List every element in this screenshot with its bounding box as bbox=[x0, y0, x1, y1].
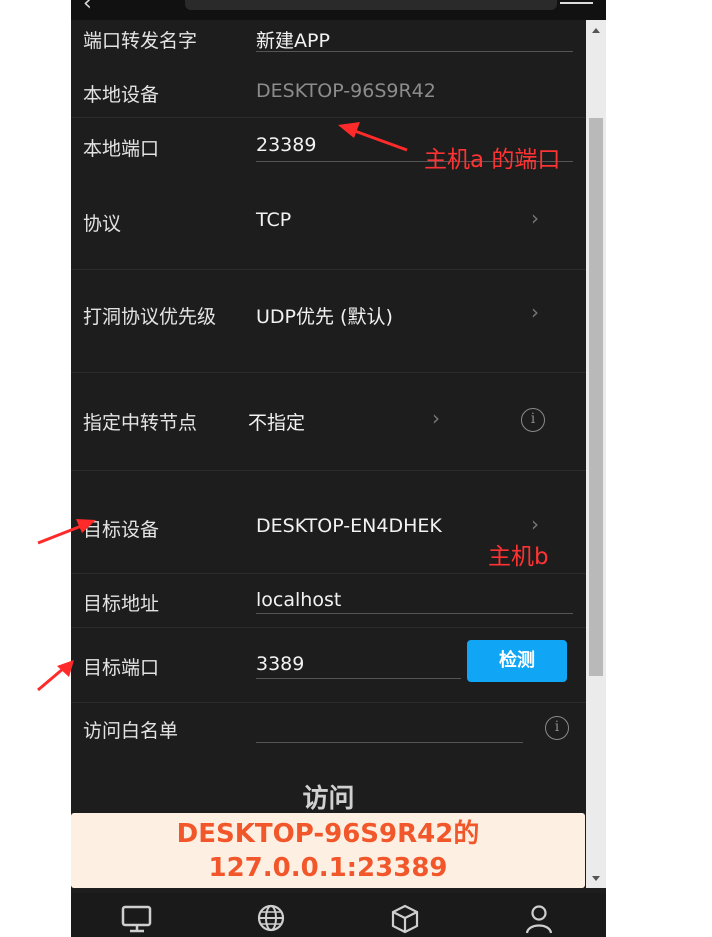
scroll-up-icon[interactable] bbox=[592, 28, 600, 33]
target-address-input[interactable]: localhost bbox=[256, 589, 341, 611]
info-icon[interactable]: i bbox=[545, 716, 569, 740]
protocol-select[interactable]: TCP bbox=[256, 209, 291, 231]
divider bbox=[71, 702, 591, 703]
whitelist-label: 访问白名单 bbox=[83, 720, 179, 742]
forward-name-underline bbox=[256, 51, 573, 52]
chevron-right-icon[interactable]: › bbox=[432, 406, 440, 430]
local-device-value: DESKTOP-96S9R42 bbox=[256, 80, 436, 102]
access-address-line: 127.0.0.1:23389 bbox=[208, 853, 448, 883]
divider bbox=[71, 269, 591, 270]
target-device-select[interactable]: DESKTOP-EN4DHEK bbox=[256, 515, 442, 537]
relay-node-label: 指定中转节点 bbox=[83, 412, 198, 434]
arrow-target-port bbox=[37, 660, 74, 692]
divider bbox=[71, 573, 591, 574]
local-device-label: 本地设备 bbox=[83, 84, 160, 106]
scrollbar-thumb[interactable] bbox=[589, 118, 603, 676]
protocol-label: 协议 bbox=[83, 213, 122, 235]
local-port-input[interactable]: 23389 bbox=[256, 134, 316, 156]
relay-node-select[interactable]: 不指定 bbox=[248, 408, 305, 435]
punch-priority-select[interactable]: UDP优先 (默认) bbox=[256, 302, 393, 329]
chevron-right-icon[interactable]: › bbox=[531, 300, 539, 324]
access-device-line: DESKTOP-96S9R42的 bbox=[176, 819, 480, 849]
forward-name-label: 端口转发名字 bbox=[83, 30, 198, 52]
divider bbox=[71, 470, 591, 471]
target-address-underline bbox=[256, 613, 573, 614]
globe-icon[interactable] bbox=[254, 902, 288, 936]
back-icon[interactable]: ‹ bbox=[83, 0, 92, 16]
target-device-label: 目标设备 bbox=[83, 519, 160, 541]
target-address-label: 目标地址 bbox=[83, 593, 160, 615]
access-title: 访问 bbox=[302, 784, 355, 814]
host-a-port-annotation: 主机a 的端口 bbox=[424, 147, 561, 173]
local-port-label: 本地端口 bbox=[83, 138, 160, 160]
target-port-label: 目标端口 bbox=[83, 657, 160, 679]
divider bbox=[71, 627, 591, 628]
divider bbox=[71, 117, 591, 118]
top-search-box[interactable] bbox=[185, 0, 557, 10]
user-icon[interactable] bbox=[522, 902, 556, 936]
scroll-down-icon[interactable] bbox=[592, 876, 600, 881]
access-address-callout: DESKTOP-96S9R42的 127.0.0.1:23389 bbox=[71, 813, 585, 888]
cube-icon[interactable] bbox=[388, 902, 422, 936]
scrollbar[interactable] bbox=[586, 20, 606, 888]
info-icon[interactable]: i bbox=[521, 408, 545, 432]
chevron-right-icon[interactable]: › bbox=[531, 206, 539, 230]
punch-priority-label: 打洞协议优先级 bbox=[83, 306, 217, 328]
divider bbox=[71, 372, 591, 373]
target-port-underline bbox=[256, 678, 461, 679]
top-bar: ‹ bbox=[71, 0, 606, 20]
host-b-annotation: 主机b bbox=[488, 544, 549, 570]
menu-icon[interactable] bbox=[560, 0, 593, 4]
whitelist-underline bbox=[256, 742, 523, 743]
bottom-nav bbox=[71, 893, 606, 937]
detect-button[interactable]: 检测 bbox=[467, 640, 567, 682]
target-port-input[interactable]: 3389 bbox=[256, 653, 304, 675]
chevron-right-icon[interactable]: › bbox=[531, 512, 539, 536]
monitor-icon[interactable] bbox=[120, 902, 154, 936]
forward-name-input[interactable]: 新建APP bbox=[256, 26, 330, 53]
